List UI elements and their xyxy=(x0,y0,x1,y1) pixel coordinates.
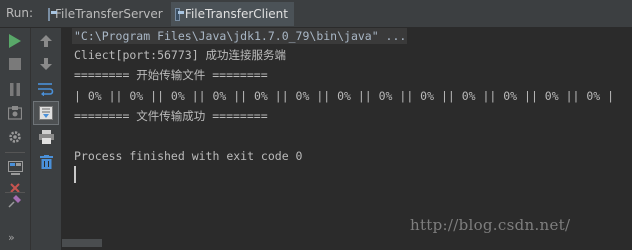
soft-wrap-icon xyxy=(38,83,54,96)
settings-icon xyxy=(9,131,21,143)
pause-icon xyxy=(10,82,20,96)
tab-label: FileTransferClient xyxy=(184,7,288,21)
trash-icon xyxy=(39,155,53,169)
stop-icon xyxy=(9,58,21,70)
more-actions-label[interactable]: » xyxy=(8,231,15,244)
console-line: | 0% || 0% || 0% || 0% || 0% || 0% || 0%… xyxy=(74,89,615,103)
run-tool-window-header: Run: FileTransferServer FileTransferClie… xyxy=(0,0,632,28)
previous-occurrence-button[interactable] xyxy=(35,31,57,51)
print-icon xyxy=(38,130,54,144)
print-button[interactable] xyxy=(35,127,57,147)
java-app-icon xyxy=(48,7,57,21)
soft-wrap-button[interactable] xyxy=(35,79,57,99)
console-line: ======== 文件传输成功 ======== xyxy=(74,109,268,123)
dump-threads-icon xyxy=(8,106,22,120)
run-toolbar: » xyxy=(0,28,31,250)
down-arrow-icon xyxy=(40,58,52,70)
console-line: Cliect[port:56773] 成功连接服务端 xyxy=(74,48,287,62)
pin-button[interactable] xyxy=(4,191,26,211)
settings-button[interactable] xyxy=(4,127,26,147)
stop-button[interactable] xyxy=(4,54,26,74)
scroll-to-end-button[interactable] xyxy=(35,103,57,123)
next-occurrence-button[interactable] xyxy=(35,54,57,74)
pin-icon xyxy=(8,195,21,208)
text-caret xyxy=(74,166,76,183)
up-arrow-icon xyxy=(40,35,52,47)
java-app-icon xyxy=(175,7,184,21)
tab-file-transfer-client[interactable]: FileTransferClient xyxy=(171,2,294,26)
tab-label: FileTransferServer xyxy=(55,7,163,21)
layout-icon xyxy=(7,161,23,175)
console-line: Process finished with exit code 0 xyxy=(74,149,303,163)
dump-threads-button[interactable] xyxy=(4,103,26,123)
layout-button[interactable] xyxy=(4,158,26,178)
toolbar-separator xyxy=(5,152,25,153)
command-line[interactable]: "C:\Program Files\Java\jdk1.7.0_79\bin\j… xyxy=(74,29,406,43)
horizontal-scrollbar[interactable] xyxy=(62,239,102,247)
tab-file-transfer-server[interactable]: FileTransferServer xyxy=(44,2,165,26)
run-label: Run: xyxy=(6,6,34,20)
pause-button[interactable] xyxy=(4,79,26,99)
clear-all-button[interactable] xyxy=(35,152,57,172)
scroll-to-end-icon xyxy=(39,106,53,120)
watermark: http://blog.csdn.net/ xyxy=(410,216,571,234)
console-line: ======== 开始传输文件 ======== xyxy=(74,68,268,82)
run-button[interactable] xyxy=(4,31,26,51)
console-toolbar xyxy=(31,28,62,250)
run-icon xyxy=(9,34,21,48)
